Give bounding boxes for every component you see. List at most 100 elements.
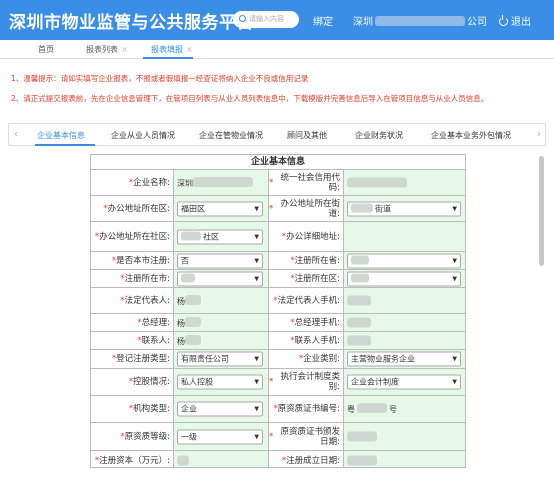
notice-2: 2、请正式提交报表前，先在企业信息管理下，在管项目列表与从业人员列表信息中，下载… <box>11 94 489 103</box>
company-name-label: 企业名称: <box>133 177 170 188</box>
holding-select[interactable]: 私人控股 ▼ <box>177 374 263 390</box>
chevron-down-icon: ▼ <box>452 257 457 264</box>
chevron-down-icon: ▼ <box>254 233 259 240</box>
legal-rep-phone-label: 法定代表人手机: <box>277 295 340 306</box>
office-community-label: 办公地址所在社区: <box>99 231 170 242</box>
company-category-select[interactable]: 主营物业服务企业 ▼ <box>347 351 461 367</box>
local-registered-label: 是否本市注册: <box>116 255 170 266</box>
form-row: * 是否本市注册: 否 ▼ * 注册所在省: ▼ <box>91 252 465 270</box>
reg-province-label: 注册所在省: <box>294 255 340 266</box>
office-address-field[interactable] <box>343 222 465 251</box>
active-tab-indicator <box>143 57 193 59</box>
cert-number-label: 原资质证书编号: <box>277 404 340 414</box>
contact-phone-field[interactable] <box>347 335 371 346</box>
chevron-down-icon: ▼ <box>254 257 259 264</box>
platform-title: 深圳市物业监管与公共服务平台 <box>9 13 254 33</box>
reg-city-select[interactable]: ▼ <box>177 271 263 286</box>
form-row: * 办公地址所在社区: 社区 ▼ * 办公详细地址: <box>91 222 465 252</box>
form-row: * 注册所在市: ▼ * 注册所在区: ▼ <box>91 270 465 288</box>
qualification-level-select[interactable]: 一级 ▼ <box>177 429 263 444</box>
reg-district-label: 注册所在区: <box>294 273 340 284</box>
chevron-down-icon: ▼ <box>254 355 259 363</box>
reg-type-label: 登记注册类型: <box>116 354 170 364</box>
form-row: * 注册资本（万元）: * 注册成立日期: <box>91 451 465 467</box>
establish-date-field[interactable] <box>347 455 377 466</box>
reg-type-select[interactable]: 有限责任公司 ▼ <box>177 351 263 367</box>
gm-field[interactable]: 杨 <box>177 316 201 329</box>
tab-report-fill[interactable]: 报表填报 × <box>151 44 193 55</box>
office-street-label: 办公地址所在街道: <box>280 198 340 219</box>
tab-outsourcing[interactable]: 企业基本业务外包情况 <box>431 130 511 141</box>
credit-code-label: 统一社会信用代码: <box>280 172 340 193</box>
legal-rep-phone-field[interactable] <box>347 295 371 306</box>
org-type-select[interactable]: 企业 ▼ <box>177 401 263 417</box>
gm-label: 总经理: <box>141 317 170 328</box>
tab-managed-property[interactable]: 企业在管物业情况 <box>199 130 263 141</box>
form-title: 企业基本信息 <box>91 155 465 170</box>
search-input[interactable]: 请输入内容 <box>233 11 299 28</box>
gm-phone-label: 总经理手机: <box>294 317 340 328</box>
form-row: * 机构类型: 企业 ▼ * 原资质证书编号: 粤号 <box>91 396 465 423</box>
scroll-right-icon[interactable]: › <box>537 129 541 140</box>
holding-label: 控股情况: <box>133 377 170 387</box>
registered-capital-field[interactable] <box>177 455 189 466</box>
search-icon <box>239 15 246 22</box>
chevron-down-icon: ▼ <box>254 378 259 386</box>
reg-city-label: 注册所在市: <box>124 273 170 284</box>
tab-finance[interactable]: 企业财务状况 <box>355 130 403 141</box>
office-street-select[interactable]: 街道 ▼ <box>347 201 461 216</box>
tab-employees[interactable]: 企业从业人员情况 <box>111 130 175 141</box>
form-row: * 登记注册类型: 有限责任公司 ▼ * 企业类别: 主营物业服务企业 ▼ <box>91 350 465 369</box>
office-district-label: 办公地址所在区: <box>107 203 170 214</box>
chevron-down-icon: ▼ <box>452 378 457 386</box>
tab-company-basic[interactable]: 企业基本信息 <box>37 130 85 141</box>
tab-home[interactable]: 首页 <box>38 44 54 55</box>
tab-report-list[interactable]: 报表列表 × <box>86 44 128 55</box>
notice-1: 1、温馨提示：请如实填写企业报表，不报或者假填报一经查证将纳入企业不良或信用记录 <box>11 74 309 83</box>
chevron-down-icon: ▼ <box>254 433 259 440</box>
page-tabs: 首页 报表列表 × 报表填报 × <box>0 40 554 59</box>
credit-code-field[interactable] <box>347 177 407 188</box>
section-tabs: ‹ 企业基本信息 企业从业人员情况 企业在管物业情况 顾问及其他 企业财务状况 … <box>8 123 546 146</box>
chevron-down-icon: ▼ <box>452 355 457 363</box>
close-icon: × <box>121 45 128 54</box>
office-district-select[interactable]: 福田区 ▼ <box>177 201 263 216</box>
legal-rep-field[interactable]: 杨 <box>177 294 201 307</box>
power-icon <box>499 15 508 26</box>
cert-issue-date-field[interactable] <box>347 431 377 442</box>
form-scrollbar[interactable] <box>539 156 544 266</box>
gm-phone-field[interactable] <box>347 317 371 328</box>
registered-capital-label: 注册资本（万元）: <box>99 455 170 466</box>
chevron-down-icon: ▼ <box>254 275 259 282</box>
company-name-field[interactable]: 深圳 <box>177 176 253 189</box>
close-icon: × <box>186 45 193 54</box>
tab-consultants[interactable]: 顾问及其他 <box>287 130 327 141</box>
qualification-level-label: 原资质等级: <box>124 431 170 442</box>
form-row: * 控股情况: 私人控股 ▼ * 执行会计制度类别: 企业会计制度 ▼ <box>91 369 465 396</box>
contact-field[interactable]: 杨 <box>177 334 201 347</box>
cert-number-field[interactable]: 粤号 <box>347 403 397 415</box>
form-row: * 法定代表人: 杨 * 法定代表人手机: <box>91 288 465 314</box>
form-row: * 原资质等级: 一级 ▼ * 原资质证书颁发日期: <box>91 423 465 451</box>
company-info-form: 企业基本信息 * 企业名称: 深圳 * 统一社会信用代码: * 办公地址所在区: 福田… <box>90 154 466 468</box>
form-row: * 企业名称: 深圳 * 统一社会信用代码: <box>91 170 465 196</box>
logout-button[interactable]: 退出 <box>499 13 531 28</box>
scroll-left-icon[interactable]: ‹ <box>14 129 18 140</box>
form-row: * 联系人: 杨 * 联系人手机: <box>91 332 465 350</box>
company-category-label: 企业类别: <box>303 354 340 364</box>
contact-phone-label: 联系人手机: <box>294 335 340 346</box>
office-community-select[interactable]: 社区 ▼ <box>177 229 263 244</box>
org-type-label: 机构类型: <box>133 404 170 414</box>
accounting-system-select[interactable]: 企业会计制度 ▼ <box>347 374 461 390</box>
bind-link[interactable]: 绑定 <box>313 13 333 28</box>
reg-province-select[interactable]: ▼ <box>347 253 461 268</box>
local-registered-select[interactable]: 否 ▼ <box>177 253 263 268</box>
chevron-down-icon: ▼ <box>452 205 457 212</box>
establish-date-label: 注册成立日期: <box>286 455 340 466</box>
chevron-down-icon: ▼ <box>452 275 457 282</box>
chevron-down-icon: ▼ <box>254 205 259 212</box>
form-row: * 总经理: 杨 * 总经理手机: <box>91 314 465 332</box>
chevron-down-icon: ▼ <box>254 405 259 413</box>
cert-issue-date-label: 原资质证书颁发日期: <box>280 426 340 447</box>
reg-district-select[interactable]: ▼ <box>347 271 461 286</box>
